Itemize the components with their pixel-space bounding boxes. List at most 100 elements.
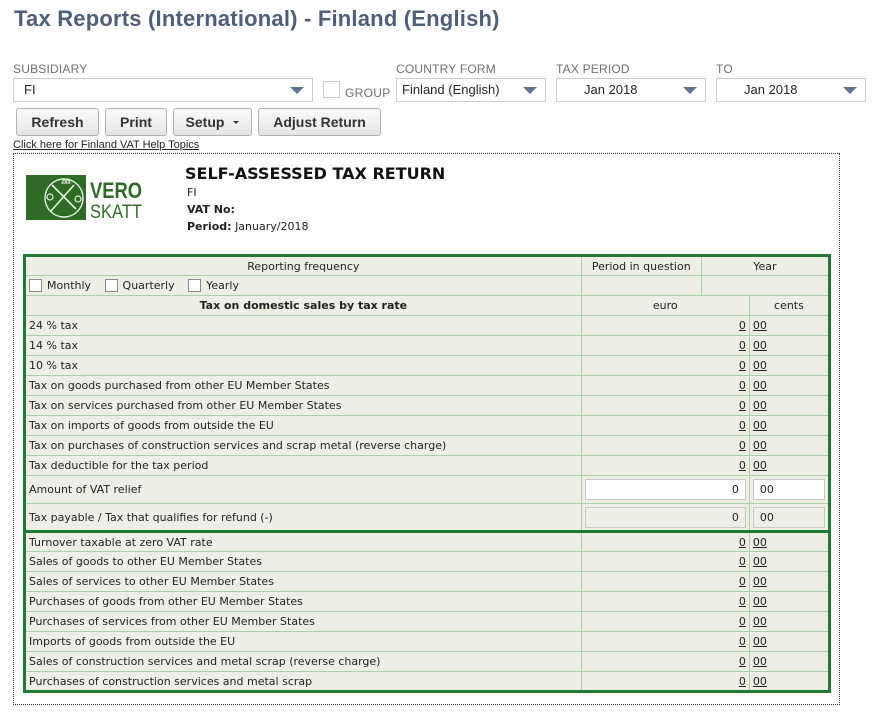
- vat-relief-euro-input[interactable]: 0: [584, 479, 746, 500]
- euro-value-link[interactable]: 0: [739, 319, 746, 332]
- to-period-value: Jan 2018: [744, 82, 798, 97]
- subsidiary-select[interactable]: FI: [13, 78, 313, 102]
- caret-down-icon: [233, 120, 240, 124]
- euro-value-link[interactable]: 0: [739, 379, 746, 392]
- cents-value-link[interactable]: 00: [753, 399, 767, 412]
- refresh-button[interactable]: Refresh: [16, 108, 99, 136]
- tax-period-label: TAX PERIOD: [556, 62, 630, 76]
- logo-line2: SKATT: [90, 202, 142, 220]
- row-label: Tax deductible for the tax period: [24, 455, 582, 476]
- country-form-select[interactable]: Finland (English): [396, 78, 546, 102]
- tax-period-select[interactable]: Jan 2018: [556, 78, 706, 102]
- cents-value-link[interactable]: 00: [753, 419, 767, 432]
- tax-return-form: Reporting frequency Period in question Y…: [23, 254, 831, 693]
- setup-label: Setup: [185, 114, 225, 130]
- vat-relief-cents-input[interactable]: 00: [752, 479, 825, 500]
- cents-cell: 00: [748, 435, 831, 456]
- row-label: Tax on goods purchased from other EU Mem…: [24, 375, 582, 396]
- tax-payable-label: Tax payable / Tax that qualifies for ref…: [24, 503, 582, 532]
- adjust-return-button[interactable]: Adjust Return: [258, 108, 381, 136]
- reporting-frequency-header: Reporting frequency: [24, 255, 582, 276]
- chevron-down-icon: [523, 87, 537, 94]
- cents-value-link[interactable]: 00: [753, 555, 767, 568]
- euro-value-link[interactable]: 0: [739, 675, 746, 688]
- cents-cell: 00: [748, 611, 831, 632]
- chevron-down-icon: [683, 87, 697, 94]
- to-period-select[interactable]: Jan 2018: [716, 78, 866, 102]
- print-button[interactable]: Print: [105, 108, 167, 136]
- euro-cell: 0: [580, 631, 750, 652]
- report-subsidiary: FI: [187, 186, 197, 199]
- table-row: Purchases of construction services and m…: [24, 671, 831, 692]
- cents-value-link[interactable]: 00: [753, 635, 767, 648]
- euro-cell: 0: [580, 591, 750, 612]
- help-topics-link[interactable]: Click here for Finland VAT Help Topics: [13, 139, 199, 151]
- cents-value-link[interactable]: 00: [753, 575, 767, 588]
- table-row: Tax on services purchased from other EU …: [24, 395, 831, 416]
- euro-value-link[interactable]: 0: [739, 439, 746, 452]
- row-label: Purchases of goods from other EU Member …: [24, 591, 582, 612]
- euro-value-link[interactable]: 0: [739, 595, 746, 608]
- row-label: 10 % tax: [24, 355, 582, 376]
- cents-cell: 00: [748, 335, 831, 356]
- cents-value-link[interactable]: 00: [753, 595, 767, 608]
- cents-value-link[interactable]: 00: [753, 339, 767, 352]
- row-label: 24 % tax: [24, 315, 582, 336]
- cents-value-link[interactable]: 00: [753, 379, 767, 392]
- euro-value-link[interactable]: 0: [739, 555, 746, 568]
- euro-value-link[interactable]: 0: [739, 615, 746, 628]
- vero-skatt-logo: VERO SKATT: [26, 175, 142, 220]
- cents-value-link[interactable]: 00: [753, 459, 767, 472]
- cents-cell: 00: [748, 415, 831, 436]
- euro-value-link[interactable]: 0: [739, 399, 746, 412]
- logo-line1: VERO: [90, 178, 142, 203]
- euro-value-link[interactable]: 0: [739, 655, 746, 668]
- year-cell: [700, 275, 831, 296]
- row-label: Sales of goods to other EU Member States: [24, 551, 582, 572]
- row-label: Purchases of construction services and m…: [24, 671, 582, 692]
- table-row: Sales of goods to other EU Member States…: [24, 551, 831, 572]
- euro-value-link[interactable]: 0: [739, 635, 746, 648]
- quarterly-checkbox[interactable]: [104, 279, 118, 292]
- euro-cell: 0: [580, 435, 750, 456]
- country-form-label: COUNTRY FORM: [396, 62, 496, 76]
- group-checkbox[interactable]: [323, 81, 340, 98]
- row-label: Tax on purchases of construction service…: [24, 435, 582, 456]
- euro-cell: 0: [580, 455, 750, 476]
- subsidiary-value: FI: [24, 82, 36, 97]
- cents-cell: 00: [748, 355, 831, 376]
- frequency-options: Monthly Quarterly Yearly: [24, 275, 582, 296]
- cents-value-link[interactable]: 00: [753, 319, 767, 332]
- vat-relief-row: Amount of VAT relief 0 00: [24, 475, 831, 504]
- yearly-checkbox[interactable]: [188, 279, 202, 292]
- cents-header: cents: [748, 295, 831, 316]
- cents-value-link[interactable]: 00: [753, 359, 767, 372]
- euro-value-link[interactable]: 0: [739, 359, 746, 372]
- tax-payable-row: Tax payable / Tax that qualifies for ref…: [24, 503, 831, 532]
- cents-value-link[interactable]: 00: [753, 439, 767, 452]
- euro-value-link[interactable]: 0: [739, 419, 746, 432]
- cents-value-link[interactable]: 00: [753, 655, 767, 668]
- cents-cell: 00: [748, 395, 831, 416]
- cents-value-link[interactable]: 00: [753, 536, 767, 549]
- setup-button[interactable]: Setup: [173, 108, 252, 136]
- euro-cell: 0: [580, 375, 750, 396]
- euro-value-link[interactable]: 0: [739, 339, 746, 352]
- table-row: 24 % tax 0 00: [24, 315, 831, 336]
- cents-value-link[interactable]: 00: [753, 615, 767, 628]
- year-header: Year: [700, 255, 831, 276]
- row-label: Tax on imports of goods from outside the…: [24, 415, 582, 436]
- monthly-checkbox[interactable]: [29, 279, 42, 292]
- subsidiary-label: SUBSIDIARY: [13, 62, 88, 76]
- period-label: Period:: [187, 220, 232, 233]
- table-row: 14 % tax 0 00: [24, 335, 831, 356]
- period-in-question-header: Period in question: [580, 255, 702, 276]
- euro-value-link[interactable]: 0: [739, 536, 746, 549]
- to-label: TO: [716, 62, 733, 76]
- period-in-question-cell: [580, 275, 702, 296]
- euro-cell: 0: [580, 355, 750, 376]
- row-label: Purchases of services from other EU Memb…: [24, 611, 582, 632]
- euro-value-link[interactable]: 0: [739, 459, 746, 472]
- euro-value-link[interactable]: 0: [739, 575, 746, 588]
- cents-value-link[interactable]: 00: [753, 675, 767, 688]
